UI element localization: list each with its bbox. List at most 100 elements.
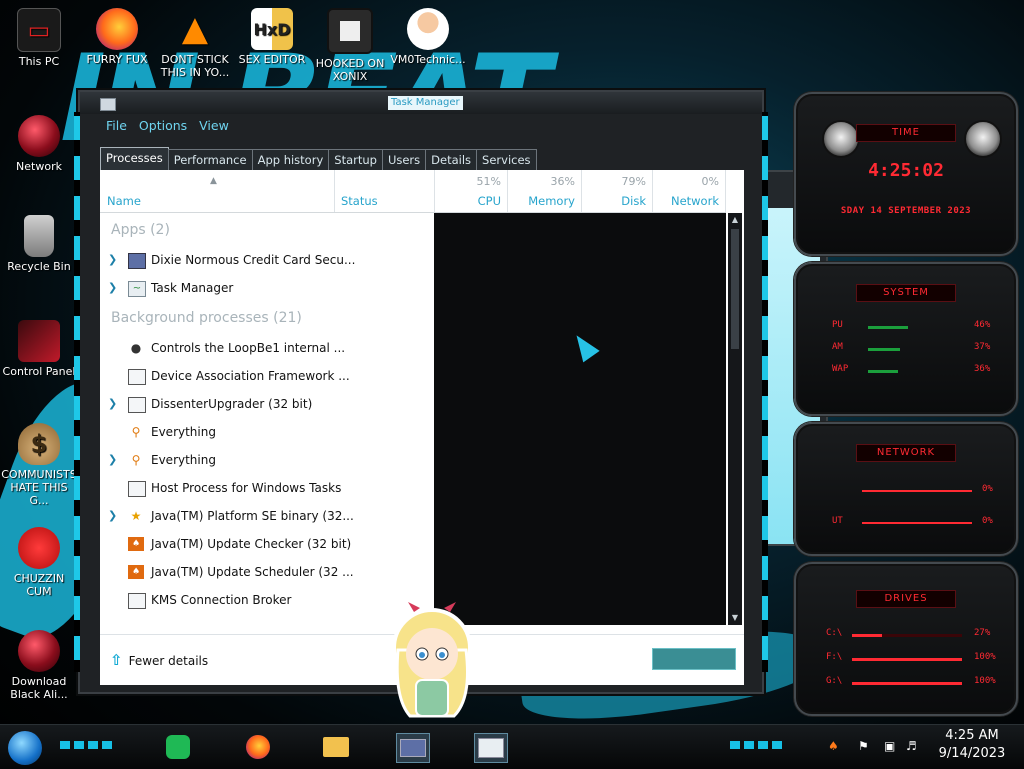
desktop-icon-this-pc[interactable]: ▭ This PC <box>1 8 77 68</box>
column-header-name[interactable]: Name <box>100 170 335 212</box>
taskbar-decoration <box>730 741 786 749</box>
drive-percent: 100% <box>974 676 996 686</box>
desktop-icon-black-alienware[interactable]: Download Black Ali... <box>1 630 77 701</box>
process-row[interactable]: ❯ ~ Task Manager <box>100 274 434 302</box>
process-name: Host Process for Windows Tasks <box>151 481 342 495</box>
column-header-memory[interactable]: 36% Memory <box>508 170 582 212</box>
doctor-icon <box>407 8 449 50</box>
vertical-scrollbar[interactable]: ▲ ▼ <box>728 213 742 625</box>
menu-file[interactable]: File <box>106 118 127 133</box>
action-center-flag-icon[interactable]: ⚑ <box>858 739 869 753</box>
process-row[interactable]: ❯ ★ Java(TM) Platform SE binary (32... <box>100 502 434 530</box>
ram-label: AM <box>832 342 843 352</box>
process-row[interactable]: ❯ DissenterUpgrader (32 bit) <box>100 390 434 418</box>
midi-icon: ● <box>130 341 142 355</box>
task-manager-icon <box>478 738 504 758</box>
tab-performance[interactable]: Performance <box>167 149 253 170</box>
title-bar[interactable]: Task Manager <box>80 92 762 114</box>
fewer-details-button[interactable]: ⇧ Fewer details <box>110 651 208 669</box>
pc-icon: ▭ <box>17 8 61 52</box>
process-row[interactable]: ❯ Dixie Normous Credit Card Secu... <box>100 246 434 274</box>
expand-chevron-icon[interactable]: ❯ <box>108 446 117 474</box>
network-tray-icon[interactable]: ▣ <box>884 739 895 753</box>
menu-options[interactable]: Options <box>139 118 187 133</box>
column-percent: 79% <box>621 175 646 188</box>
process-row[interactable]: ♠ Java(TM) Update Checker (32 bit) <box>100 530 434 558</box>
column-header-cpu[interactable]: 51% CPU <box>435 170 508 212</box>
tab-processes[interactable]: Processes <box>100 147 169 171</box>
system-clock[interactable]: 4:25 AM 9/14/2023 <box>930 727 1014 763</box>
magnifier-icon: ⚲ <box>131 453 141 467</box>
expand-chevron-icon[interactable]: ❯ <box>108 274 117 302</box>
drives-gadget[interactable]: DRIVES C:\ 27% F:\ 100% G:\ 100% <box>794 562 1018 716</box>
tab-services[interactable]: Services <box>476 149 537 170</box>
taskbar-firefox[interactable] <box>242 733 274 761</box>
vlc-icon: ▲ <box>181 8 209 49</box>
scroll-thumb[interactable] <box>731 229 739 349</box>
process-name: Everything <box>151 453 216 467</box>
drive-percent: 27% <box>974 628 991 638</box>
tab-app-history[interactable]: App history <box>251 149 330 170</box>
process-row[interactable]: ♠ Java(TM) Update Scheduler (32 ... <box>100 558 434 586</box>
taskbar-file-explorer[interactable] <box>320 733 352 761</box>
tab-users[interactable]: Users <box>381 149 427 170</box>
expand-chevron-icon[interactable]: ❯ <box>108 390 117 418</box>
desktop-icon-network[interactable]: Network <box>1 115 77 173</box>
desktop-icon-label: Network <box>16 160 62 173</box>
column-header-network[interactable]: 0% Network <box>653 170 726 212</box>
scroll-up-icon[interactable]: ▲ <box>730 215 740 225</box>
column-header-status[interactable]: Status <box>335 170 435 212</box>
column-label: CPU <box>477 194 501 208</box>
expand-chevron-icon[interactable]: ❯ <box>108 246 117 274</box>
window-icon <box>128 481 146 497</box>
chuzzle-icon <box>18 527 60 569</box>
desktop-icon-vlc[interactable]: ▲ DONT STICK THIS IN YO... <box>157 8 233 80</box>
desktop-icon-vm0[interactable]: VM0Technic... <box>390 8 466 66</box>
money-bag-icon: $ <box>18 423 60 465</box>
end-task-button[interactable] <box>652 648 736 670</box>
start-button[interactable] <box>8 731 42 765</box>
network-gadget[interactable]: NETWORK 0% UT 0% <box>794 422 1018 556</box>
expand-chevron-icon[interactable]: ❯ <box>108 502 117 530</box>
java-tray-icon[interactable]: ♠ <box>828 739 839 753</box>
desktop-icon-label: Control Panel <box>2 365 76 378</box>
task-manager-app-icon <box>100 98 116 111</box>
tab-startup[interactable]: Startup <box>328 149 383 170</box>
system-gadget[interactable]: SYSTEM PU 46% AM 37% WAP 36% <box>794 262 1018 416</box>
taskbar-credit-card-app[interactable] <box>396 733 430 763</box>
column-header-disk[interactable]: 79% Disk <box>582 170 653 212</box>
gadget-title: NETWORK <box>856 444 956 462</box>
alien-head-icon <box>964 120 1002 158</box>
desktop-icon-label: HOOKED ON XONIX <box>315 57 385 83</box>
network-in-graph <box>862 490 972 492</box>
gadget-title: DRIVES <box>856 590 956 608</box>
desktop-icon-label: COMMUNISTS HATE THIS G... <box>1 468 77 507</box>
java-icon: ★ <box>130 509 142 523</box>
desktop-icon-control-panel[interactable]: Control Panel <box>1 320 77 378</box>
gadget-title: TIME <box>856 124 956 142</box>
desktop-icon-furry-fux[interactable]: FURRY FUX <box>79 8 155 66</box>
desktop-icon-xonix[interactable]: HOOKED ON XONIX <box>312 8 388 83</box>
xonix-icon <box>327 8 373 54</box>
scroll-down-icon[interactable]: ▼ <box>730 613 740 623</box>
desktop-icon-label: Download Black Ali... <box>10 675 68 701</box>
desktop-icon-communists[interactable]: $ COMMUNISTS HATE THIS G... <box>1 423 77 507</box>
taskbar-notes-app[interactable] <box>162 733 194 761</box>
process-row[interactable]: Device Association Framework ... <box>100 362 434 390</box>
tab-details[interactable]: Details <box>425 149 478 170</box>
taskbar-task-manager[interactable] <box>474 733 508 763</box>
time-gadget[interactable]: TIME 4:25:02 SDAY 14 SEPTEMBER 2023 <box>794 92 1018 256</box>
process-row[interactable]: ❯ ⚲ Everything <box>100 446 434 474</box>
desktop-icon-label: SEX EDITOR <box>238 53 306 66</box>
menu-view[interactable]: View <box>199 118 229 133</box>
desktop-icon-label: This PC <box>18 55 60 68</box>
desktop-icon-chuzzin[interactable]: CHUZZIN CUM <box>1 527 77 598</box>
volume-icon[interactable]: ♬ <box>906 739 917 753</box>
process-row[interactable]: ● Controls the LoopBe1 internal ... <box>100 334 434 362</box>
desktop-icon-hex-editor[interactable]: HxD SEX EDITOR <box>234 8 310 66</box>
process-row[interactable]: Host Process for Windows Tasks <box>100 474 434 502</box>
desktop-icon-recycle-bin[interactable]: Recycle Bin <box>1 215 77 273</box>
gadget-date: SDAY 14 SEPTEMBER 2023 <box>840 206 972 216</box>
process-row[interactable]: ⚲ Everything <box>100 418 434 446</box>
cpu-percent: 46% <box>974 320 991 330</box>
